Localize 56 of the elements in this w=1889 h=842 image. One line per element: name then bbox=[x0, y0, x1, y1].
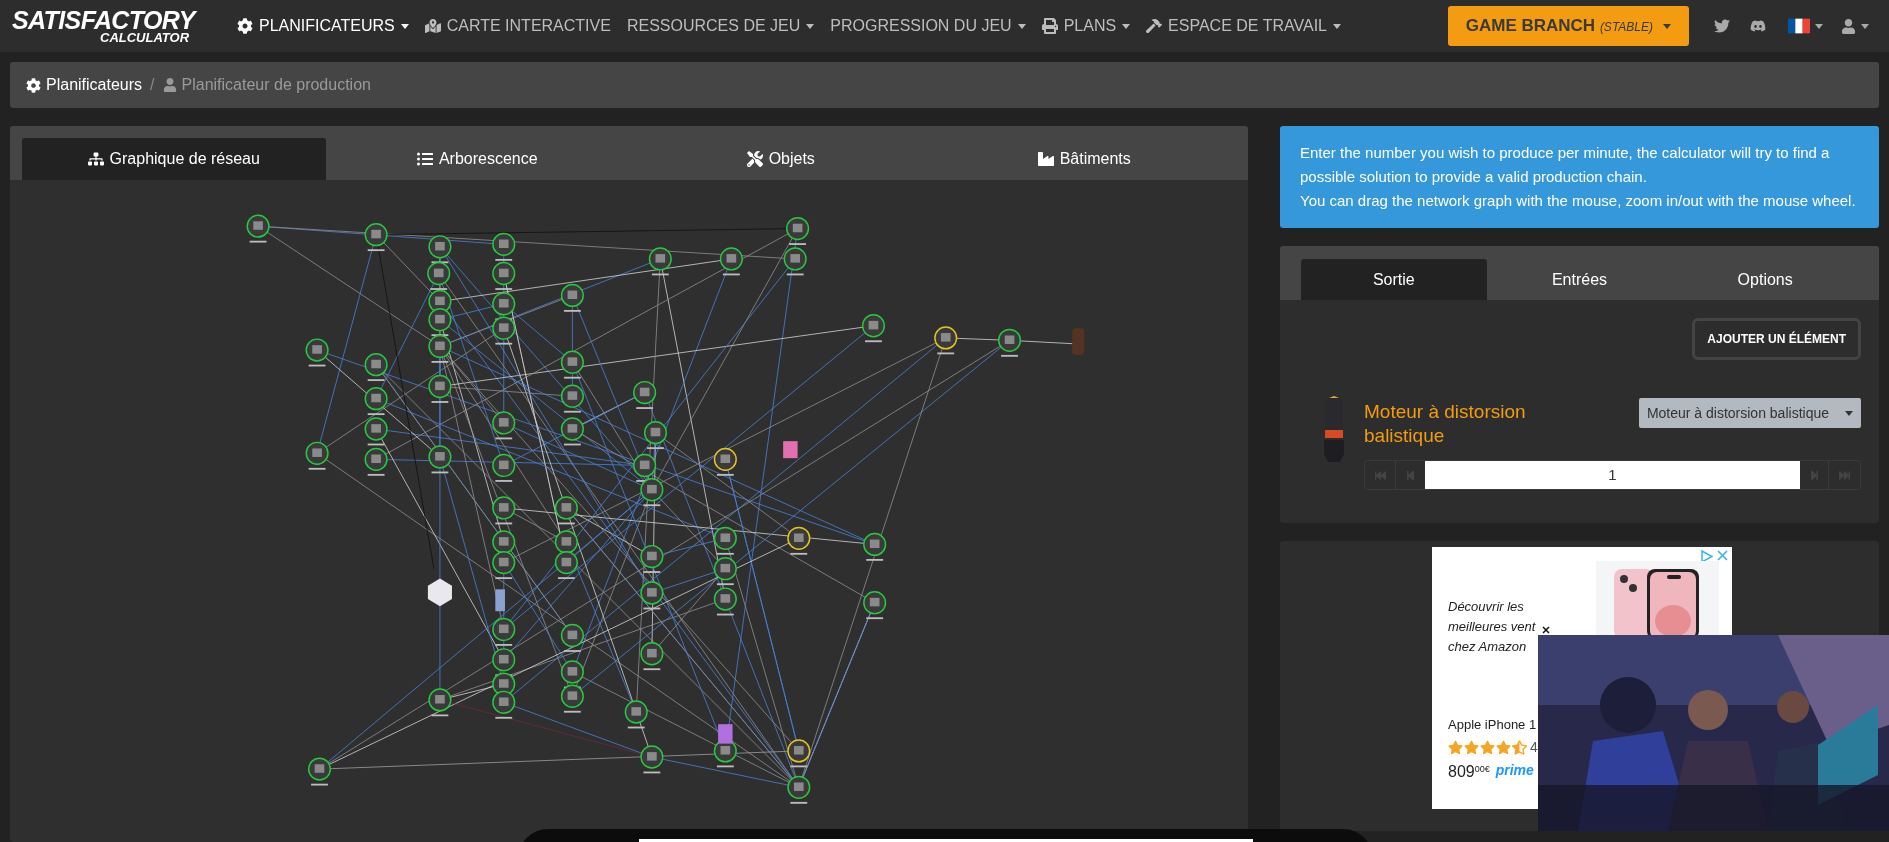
star-icon bbox=[1496, 739, 1511, 755]
adchoices-icon[interactable] bbox=[1701, 550, 1713, 563]
star-icon bbox=[1512, 739, 1527, 755]
game-branch-button[interactable]: GAME BRANCH (STABLE) bbox=[1447, 6, 1689, 46]
ad-text: chez Amazon bbox=[1448, 638, 1527, 656]
output-tab[interactable]: Sortie bbox=[1301, 259, 1487, 300]
tools-icon bbox=[746, 151, 763, 167]
caret-icon bbox=[1845, 410, 1853, 416]
recipe-select[interactable]: Moteur à distorsion balistique bbox=[1638, 398, 1861, 428]
ad-text: Découvrir les bbox=[1448, 598, 1524, 616]
nav-link[interactable]: PLANS bbox=[1041, 14, 1131, 38]
star-icon bbox=[1464, 739, 1479, 755]
factory-icon bbox=[1037, 151, 1054, 167]
map-icon bbox=[424, 18, 441, 34]
nav-link[interactable]: CARTE INTERACTIVE bbox=[424, 14, 611, 38]
printer-icon bbox=[1041, 18, 1058, 34]
prime-label: prime bbox=[1495, 760, 1534, 780]
rating-count: 4 bbox=[1530, 737, 1538, 757]
gear-icon bbox=[237, 18, 253, 34]
info-text: You can drag the network graph with the mouse, zoom in/out with the mouse wheel. bbox=[1300, 191, 1857, 211]
breadcrumb-separator: / bbox=[150, 75, 155, 95]
add-item-button[interactable]: AJOUTER UN ÉLÉMENT bbox=[1692, 318, 1861, 360]
close-icon bbox=[1542, 626, 1550, 634]
price: 809$^{00€}$ bbox=[1448, 761, 1490, 782]
graph-tab[interactable]: Graphique de réseau bbox=[22, 138, 326, 180]
output-tab[interactable]: Entrées bbox=[1486, 259, 1673, 300]
sitemap-icon bbox=[87, 151, 104, 167]
gear-icon bbox=[26, 77, 41, 93]
output-tab[interactable]: Options bbox=[1672, 259, 1858, 300]
breadcrumb-link[interactable]: Planificateurs bbox=[26, 73, 143, 97]
graph-tab[interactable]: Arborescence bbox=[325, 138, 629, 180]
graph-tab[interactable]: Bâtiments bbox=[932, 138, 1236, 180]
caret-icon bbox=[1861, 23, 1869, 29]
ad-product-title: Apple iPhone 1 bbox=[1448, 716, 1537, 734]
info-text: Enter the number you wish to produce per minute, the calculator will try to find a possible solution to provide a valid production chain. bbox=[1300, 143, 1831, 187]
flag-icon[interactable] bbox=[1788, 18, 1810, 34]
nav-link[interactable]: PROGRESSION DU JEU bbox=[830, 14, 1026, 38]
graph-tab[interactable]: Objets bbox=[629, 138, 933, 180]
nav-link[interactable]: PLANIFICATEURS bbox=[237, 14, 409, 38]
caret-icon bbox=[1663, 23, 1671, 29]
user-icon[interactable] bbox=[1841, 18, 1856, 34]
caret-icon bbox=[1815, 23, 1823, 29]
close-icon[interactable] bbox=[1717, 550, 1728, 561]
nav-link[interactable]: RESSOURCES DE JEU bbox=[626, 14, 815, 38]
twitter-icon[interactable] bbox=[1714, 18, 1730, 34]
nav-link[interactable]: ESPACE DE TRAVAIL bbox=[1146, 14, 1341, 38]
discord-icon[interactable] bbox=[1750, 18, 1766, 34]
ad-text: meilleures vent bbox=[1448, 618, 1536, 636]
network-graph-drawing[interactable] bbox=[246, 214, 1085, 804]
star-icon bbox=[1448, 739, 1463, 755]
star-icon bbox=[1480, 739, 1495, 755]
logo[interactable]: SATISFACTORY CALCULATOR bbox=[12, 8, 212, 44]
hammer-icon bbox=[1146, 18, 1163, 34]
list-icon bbox=[416, 151, 433, 167]
user-icon bbox=[162, 78, 177, 92]
product-name: Moteur à distorsion balistique bbox=[1364, 400, 1527, 448]
